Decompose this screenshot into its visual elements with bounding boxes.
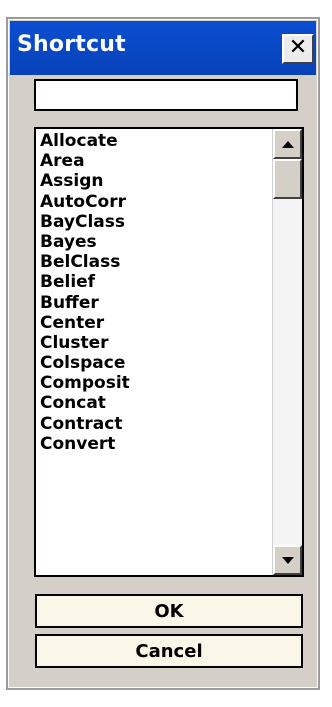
window-title: Shortcut xyxy=(17,32,126,57)
module-listbox[interactable]: Allocate Area Assign AutoCorr BayClass Bayes B… xyxy=(34,127,304,577)
list-item[interactable]: BelClass xyxy=(40,252,272,272)
list-item[interactable]: Cluster xyxy=(40,333,272,353)
module-list: Allocate Area Assign AutoCorr BayClass Bayes B… xyxy=(40,131,272,454)
ok-button[interactable]: OK xyxy=(35,594,303,628)
list-item[interactable]: Contract xyxy=(40,414,272,434)
list-item[interactable]: Belief xyxy=(40,272,272,292)
cancel-button[interactable]: Cancel xyxy=(35,634,303,668)
list-item[interactable]: Assign xyxy=(40,171,272,191)
arrow-down-icon xyxy=(281,556,294,564)
vertical-scrollbar[interactable] xyxy=(272,129,302,575)
list-item[interactable]: Colspace xyxy=(40,353,272,373)
arrow-up-icon xyxy=(281,140,294,148)
scroll-up-button[interactable] xyxy=(273,129,302,159)
list-item[interactable]: BayClass xyxy=(40,212,272,232)
list-item[interactable]: Concat xyxy=(40,393,272,413)
list-item[interactable]: AutoCorr xyxy=(40,192,272,212)
list-item[interactable]: Convert xyxy=(40,434,272,454)
list-item[interactable]: Composit xyxy=(40,373,272,393)
title-bar[interactable]: Shortcut ✕ xyxy=(10,21,316,75)
close-icon: ✕ xyxy=(288,35,308,60)
list-item[interactable]: Center xyxy=(40,313,272,333)
search-input[interactable] xyxy=(34,79,298,111)
scroll-thumb[interactable] xyxy=(273,159,302,199)
list-item[interactable]: Buffer xyxy=(40,293,272,313)
close-button[interactable]: ✕ xyxy=(282,34,314,64)
list-item[interactable]: Bayes xyxy=(40,232,272,252)
list-item[interactable]: Allocate xyxy=(40,131,272,151)
scroll-down-button[interactable] xyxy=(273,545,302,575)
list-item[interactable]: Area xyxy=(40,151,272,171)
